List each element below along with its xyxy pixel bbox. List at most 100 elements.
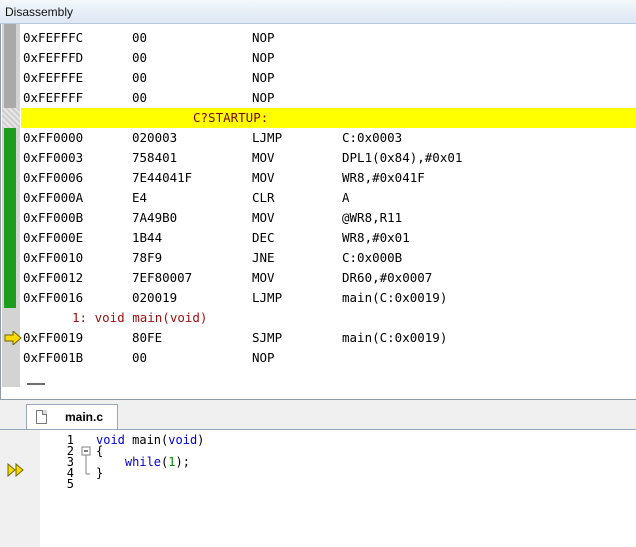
executed-code-marker — [4, 128, 16, 308]
startup-label-row[interactable]: C?STARTUP: — [21, 108, 636, 128]
operands: WR8,#0x041F — [342, 170, 425, 185]
fold-guide-icon — [85, 468, 90, 475]
keyword: while — [124, 455, 162, 469]
opcode-bytes: 00 — [132, 70, 148, 85]
disassembly-row[interactable]: 0xFF0019 80FE SJMP main(C:0x0019) — [4, 328, 636, 348]
disassembly-row[interactable]: 0xFEFFFE 00 NOP — [21, 68, 636, 88]
address: 0xFF001B — [23, 350, 84, 365]
mnemonic: MOV — [252, 150, 275, 165]
disassembly-row[interactable]: 0xFF0016 020019 LJMP main(C:0x0019) — [21, 288, 636, 308]
current-pc-arrow-icon — [4, 331, 22, 345]
line-number: 5 — [66, 477, 74, 491]
mnemonic: NOP — [252, 70, 275, 85]
mnemonic: CLR — [252, 190, 275, 205]
mnemonic: MOV — [252, 170, 275, 185]
scroll-end-marker — [27, 383, 45, 385]
opcode-bytes: 00 — [132, 50, 148, 65]
not-executed-marker — [4, 24, 16, 108]
fold-collapse-icon[interactable] — [81, 446, 91, 457]
disassembly-row[interactable]: 0xFEFFFD 00 NOP — [21, 48, 636, 68]
disassembly-row[interactable]: 0xFEFFFF 00 NOP — [21, 88, 636, 108]
startup-label: C?STARTUP: — [193, 110, 269, 125]
address: 0xFF0003 — [23, 150, 84, 165]
code-line[interactable]: 5 — [40, 477, 636, 491]
mnemonic: NOP — [252, 50, 275, 65]
mnemonic: DEC — [252, 230, 275, 245]
address: 0xFF0019 — [23, 330, 84, 345]
disassembly-row[interactable]: 0xFF0000 020003 LJMP C:0x0003 — [21, 128, 636, 148]
operands: DR60,#0x0007 — [342, 270, 433, 285]
disassembly-row[interactable]: 0xFF000B 7A49B0 MOV @WR8,R11 — [21, 208, 636, 228]
mnemonic: NOP — [252, 350, 275, 365]
code-text: void main(void) — [96, 433, 205, 447]
mnemonic: MOV — [252, 270, 275, 285]
editor-tab-bar: main.c — [0, 400, 636, 430]
opcode-bytes: 020019 — [132, 290, 178, 305]
code-token: ); — [175, 455, 190, 469]
file-icon — [36, 410, 47, 424]
address: 0xFEFFFD — [23, 50, 84, 65]
keyword: void — [168, 433, 198, 447]
address: 0xFF0000 — [23, 130, 84, 145]
operands: A — [342, 190, 350, 205]
opcode-bytes: 1B44 — [132, 230, 163, 245]
address: 0xFF000A — [23, 190, 84, 205]
code-line[interactable]: 3 while(1); — [40, 455, 636, 469]
mnemonic: MOV — [252, 210, 275, 225]
source-editor[interactable]: 1 void main(void) 2{3 while(1); 4} 5 — [0, 429, 636, 547]
code-token: ) — [197, 433, 205, 447]
source-line-text: 1: void main(void) — [72, 310, 208, 325]
opcode-bytes: 00 — [132, 30, 148, 45]
code-line[interactable]: 1 void main(void) — [40, 433, 636, 447]
tab-label: main.c — [65, 410, 104, 424]
opcode-bytes: 7E44041F — [132, 170, 193, 185]
mnemonic: LJMP — [252, 130, 283, 145]
disassembly-row[interactable]: 0xFF0010 78F9 JNE C:0x000B — [21, 248, 636, 268]
opcode-bytes: 80FE — [132, 330, 163, 345]
address: 0xFF000E — [23, 230, 84, 245]
mnemonic: LJMP — [252, 290, 283, 305]
opcode-bytes: 7A49B0 — [132, 210, 178, 225]
opcode-bytes: 78F9 — [132, 250, 163, 265]
opcode-bytes: 00 — [132, 90, 148, 105]
label-marker — [2, 108, 20, 128]
tab-main-c[interactable]: main.c — [26, 404, 118, 430]
code-token: main( — [124, 433, 169, 447]
code-text: while(1); — [96, 455, 190, 469]
operands: DPL1(0x84),#0x01 — [342, 150, 463, 165]
opcode-bytes: 00 — [132, 350, 148, 365]
disassembly-row[interactable]: 0xFF001B 00 NOP — [21, 348, 636, 368]
number-literal: 1 — [168, 455, 176, 469]
disassembly-row[interactable]: 0xFF0006 7E44041F MOV WR8,#0x041F — [21, 168, 636, 188]
breakpoint-margin[interactable] — [0, 430, 40, 547]
disassembly-title: Disassembly — [5, 5, 74, 19]
address: 0xFEFFFE — [23, 70, 84, 85]
code-line[interactable]: 4} — [40, 467, 636, 479]
opcode-bytes: 7EF80007 — [132, 270, 193, 285]
disassembly-row[interactable]: 0xFF000A E4 CLR A — [21, 188, 636, 208]
address: 0xFF0012 — [23, 270, 84, 285]
disassembly-title-bar: Disassembly — [0, 0, 636, 24]
opcode-bytes: 020003 — [132, 130, 178, 145]
operands: WR8,#0x01 — [342, 230, 410, 245]
opcode-bytes: 758401 — [132, 150, 178, 165]
mnemonic: SJMP — [252, 330, 283, 345]
disassembly-row[interactable]: 0xFF000E 1B44 DEC WR8,#0x01 — [21, 228, 636, 248]
source-line-row[interactable]: 1: void main(void) — [21, 308, 636, 328]
disassembly-panel[interactable]: 0xFEFFFC 00 NOP 0xFEFFFD 00 NOP 0xFEFFFE 00 NOP 0… — [0, 24, 636, 400]
address: 0xFEFFFC — [23, 30, 84, 45]
address: 0xFF000B — [23, 210, 84, 225]
disassembly-row[interactable]: 0xFF0003 758401 MOV DPL1(0x84),#0x01 — [21, 148, 636, 168]
disassembly-row[interactable]: 0xFF0012 7EF80007 MOV DR60,#0x0007 — [21, 268, 636, 288]
mnemonic: NOP — [252, 90, 275, 105]
mnemonic: JNE — [252, 250, 275, 265]
address: 0xFF0010 — [23, 250, 84, 265]
address: 0xFF0006 — [23, 170, 84, 185]
address: 0xFEFFFF — [23, 90, 84, 105]
mnemonic: NOP — [252, 30, 275, 45]
code-text: } — [96, 467, 103, 479]
operands: main(C:0x0019) — [342, 290, 448, 305]
operands: @WR8,R11 — [342, 210, 403, 225]
operands: main(C:0x0019) — [342, 330, 448, 345]
disassembly-row[interactable]: 0xFEFFFC 00 NOP — [21, 28, 636, 48]
